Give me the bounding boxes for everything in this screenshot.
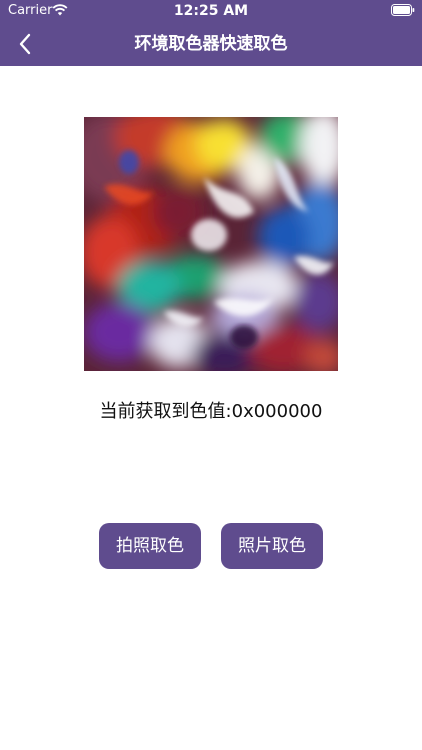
picked-color-label: 当前获取到色值:0x000000: [99, 401, 323, 422]
page-title: 环境取色器快速取色: [134, 34, 288, 54]
back-button[interactable]: [8, 28, 42, 60]
battery-icon: [391, 4, 415, 16]
camera-pick-button[interactable]: 拍照取色: [99, 523, 201, 569]
nav-bar: 环境取色器快速取色: [0, 22, 422, 66]
photo-pick-button[interactable]: 照片取色: [221, 523, 323, 569]
status-time: 12:25 AM: [173, 3, 249, 19]
status-bar: Carrier 12:25 AM: [0, 0, 422, 22]
chevron-left-icon: [19, 33, 31, 55]
color-source-image: [84, 117, 338, 371]
header: Carrier 12:25 AM 环境取色器快速取色: [0, 0, 422, 66]
